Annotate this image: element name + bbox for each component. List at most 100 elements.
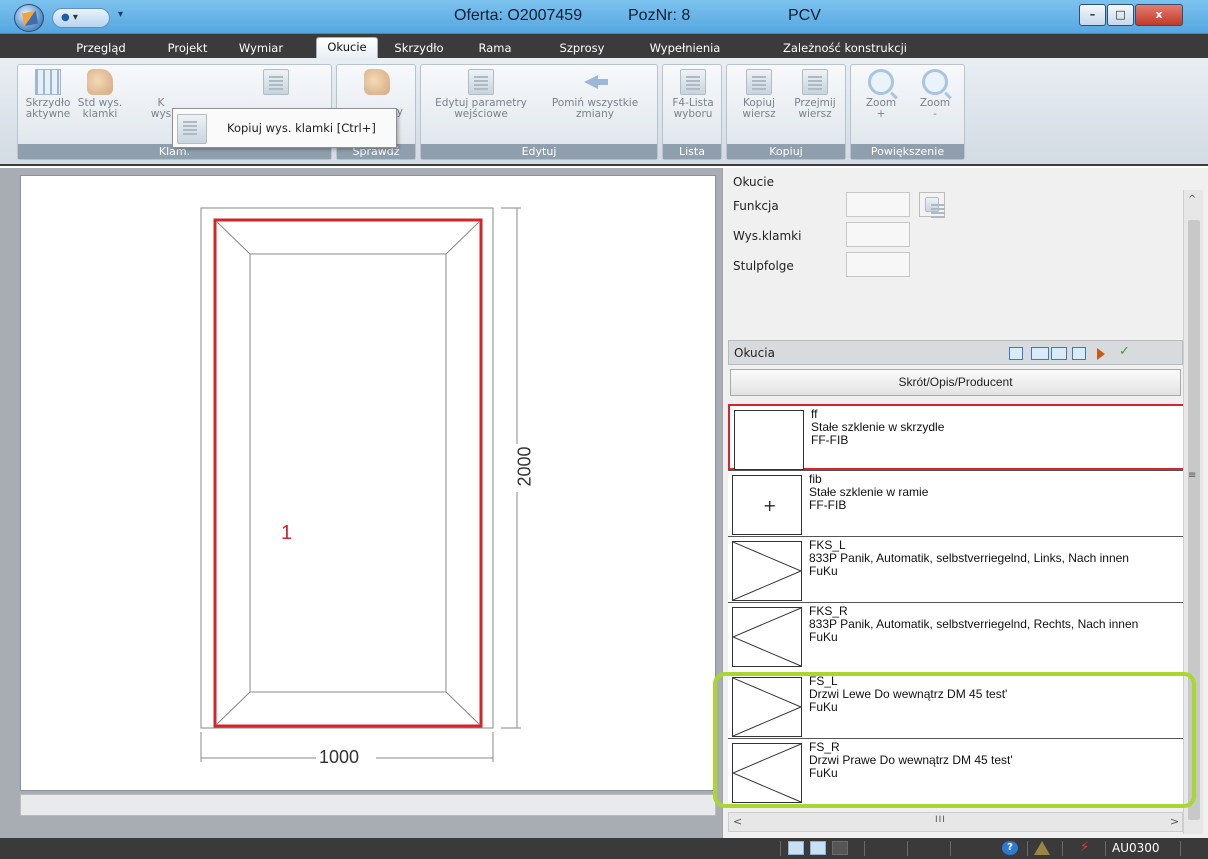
pomin-zmiany-button[interactable]: Pomiń wszystkie zmiany — [539, 69, 651, 120]
tab-szprosy[interactable]: Szprosy — [554, 39, 610, 58]
ribbon-group-kopiuj: Kopiuj wiersz Przejmij wiersz Kopiuj — [726, 64, 846, 160]
ribbon-group-powiekszenie: Zoom + Zoom - Powiększenie — [850, 64, 965, 160]
list-icon — [680, 69, 706, 95]
copy-handle-icon — [263, 69, 289, 95]
window-title-material: PCV — [788, 7, 821, 24]
scroll-left-icon[interactable]: < — [733, 815, 742, 828]
okucie-section-title: Okucie — [733, 175, 774, 189]
tooltip: Kopiuj wys. klamki [Ctrl+] — [172, 108, 397, 148]
zoom-out-label: Zoom - — [919, 97, 951, 120]
paste-row-icon — [802, 69, 828, 95]
edytuj-parametry-button[interactable]: Edytuj parametry wejściowe — [425, 69, 537, 120]
funkcja-field[interactable] — [846, 192, 910, 217]
przejmij-wiersz-label: Przejmij wiersz — [794, 97, 836, 120]
skrzydlo-aktywne-button[interactable]: Skrzydło aktywne — [22, 69, 74, 120]
maximize-button[interactable]: □ — [1107, 4, 1134, 26]
item-desc: 833P Panik, Automatik, selbstverriegelnd… — [809, 617, 1139, 631]
toolbar-icon-1[interactable] — [1009, 347, 1023, 360]
wys-klamki-label: Wys.klamki — [733, 229, 802, 243]
okucia-header-label: Okucia — [734, 346, 775, 360]
warning-icon[interactable] — [1034, 841, 1050, 855]
title-bar: ● ▾ ▾ Oferta: O2007459 PozNr: 8 PCV – □ … — [0, 0, 1208, 34]
edit-params-icon — [468, 69, 494, 95]
funkcja-label: Funkcja — [733, 199, 779, 213]
list-item-fks-r[interactable]: FKS_R 833P Panik, Automatik, selbstverri… — [728, 602, 1183, 668]
copy-row-icon — [746, 69, 772, 95]
status-clipboard-icon[interactable] — [788, 841, 804, 855]
funkcja-lookup-button[interactable] — [919, 192, 945, 217]
skrzydlo-aktywne-label: Skrzydło aktywne — [25, 97, 71, 120]
przejmij-wiersz-button[interactable]: Przejmij wiersz — [787, 69, 843, 120]
quick-access-toolbar[interactable]: ● ▾ — [52, 8, 110, 28]
ribbon-group-label-edytuj: Edytuj — [421, 144, 657, 159]
window-drawing[interactable] — [21, 176, 717, 792]
tab-okucie[interactable]: Okucie — [316, 37, 378, 59]
wys-klamki-field[interactable] — [846, 222, 910, 247]
ribbon-group-edytuj: Edytuj parametry wejściowe Pomiń wszystk… — [420, 64, 658, 160]
stulpfolge-field[interactable] — [846, 252, 910, 277]
list-item-ff[interactable]: ff Stałe szklenie w skrzydle FF-FIB — [728, 404, 1183, 470]
list-item-fks-l[interactable]: FKS_L 833P Panik, Automatik, selbstverri… — [728, 536, 1183, 602]
zoom-out-button[interactable]: Zoom - — [909, 69, 961, 120]
f4-lista-button[interactable]: F4-Lista wyboru — [667, 69, 719, 120]
height-dimension-label: 2000 — [514, 446, 535, 487]
toolbar-icon-2[interactable] — [1031, 347, 1049, 360]
tab-wypelnienia[interactable]: Wypełnienia — [645, 39, 725, 58]
tab-wymiar[interactable]: Wymiar — [232, 39, 290, 58]
zoom-in-button[interactable]: Zoom + — [855, 69, 907, 120]
std-wys-klamki-button[interactable]: Std wys. klamki — [76, 69, 124, 120]
list-item-fib[interactable]: + fib Stałe szklenie w ramie FF-FIB — [728, 470, 1183, 536]
tooltip-text: Kopiuj wys. klamki [Ctrl+] — [227, 121, 376, 135]
ribbon-group-label-lista: Lista — [663, 144, 721, 159]
tab-skrzydlo[interactable]: Skrzydło — [387, 39, 451, 58]
ribbon-group-label-powiekszenie: Powiększenie — [851, 144, 964, 159]
minimize-button[interactable]: – — [1079, 4, 1106, 26]
item-producer: FuKu — [809, 630, 838, 644]
plus-thumbnail: + — [732, 475, 802, 535]
application-menu-button[interactable] — [14, 4, 44, 32]
kopiuj-wys-klamki-label: K wys — [150, 97, 172, 120]
window-title-position: PozNr: 8 — [628, 7, 691, 24]
tab-rama[interactable]: Rama — [475, 39, 515, 58]
error-bolt-icon[interactable]: ⚡ — [1080, 841, 1096, 855]
close-button[interactable]: x — [1135, 4, 1183, 26]
handle-icon — [87, 69, 113, 95]
okucia-toolbar: Okucia ✓ — [728, 340, 1183, 365]
scroll-grip[interactable]: III — [935, 815, 946, 825]
help-icon[interactable]: ? — [1002, 841, 1018, 855]
tab-przeglad[interactable]: Przegląd — [66, 39, 136, 58]
scroll-up-icon[interactable]: ^ — [1188, 194, 1196, 205]
kopiuj-wiersz-button[interactable]: Kopiuj wiersz — [731, 69, 787, 120]
toolbar-icon-3[interactable] — [1051, 347, 1067, 360]
zoom-in-label: Zoom + — [865, 97, 897, 120]
ribbon-tab-bar: Przegląd Projekt Wymiar Okucie Skrzydło … — [0, 34, 1208, 59]
tab-zaleznosc-konstrukcji[interactable]: Zależność konstrukcji — [760, 39, 930, 58]
plus-icon: + — [763, 496, 777, 515]
scroll-right-icon[interactable]: > — [1170, 815, 1179, 828]
kopiuj-wiersz-label: Kopiuj wiersz — [742, 97, 776, 120]
edytuj-parametry-label: Edytuj parametry wejściowe — [435, 97, 527, 120]
f4-lista-label: F4-Lista wyboru — [672, 97, 714, 120]
list-horizontal-scrollbar[interactable]: < III > — [728, 812, 1183, 832]
customize-quick-access-icon[interactable]: ▾ — [118, 9, 123, 20]
zoom-in-icon — [868, 69, 894, 95]
drawing-canvas[interactable]: 2000 1000 1 — [20, 175, 716, 791]
check-icon[interactable]: ✓ — [1119, 344, 1133, 359]
sash-icon — [35, 69, 61, 95]
column-header-skrot-opis-producent[interactable]: Skrót/Opis/Producent — [730, 369, 1181, 396]
quick-access-icon[interactable]: ● — [61, 12, 70, 23]
item-producer: FF-FIB — [809, 498, 847, 512]
copy-handle-button-2[interactable] — [256, 69, 296, 98]
tab-projekt[interactable]: Projekt — [160, 39, 215, 58]
export-arrow-icon[interactable] — [1097, 347, 1111, 360]
status-user-code: AU0300 — [1112, 841, 1160, 855]
drawing-horizontal-scrollbar[interactable] — [20, 794, 716, 816]
toolbar-icon-4[interactable] — [1072, 347, 1086, 360]
stulpfolge-label: Stulpfolge — [733, 259, 794, 273]
opening-left-thumbnail — [732, 541, 803, 601]
item-producer: FuKu — [809, 564, 838, 578]
status-print-icon[interactable] — [832, 841, 848, 855]
check-handle-icon — [364, 69, 390, 95]
status-copy-icon[interactable] — [810, 841, 826, 855]
opening-right-thumbnail — [731, 607, 802, 667]
